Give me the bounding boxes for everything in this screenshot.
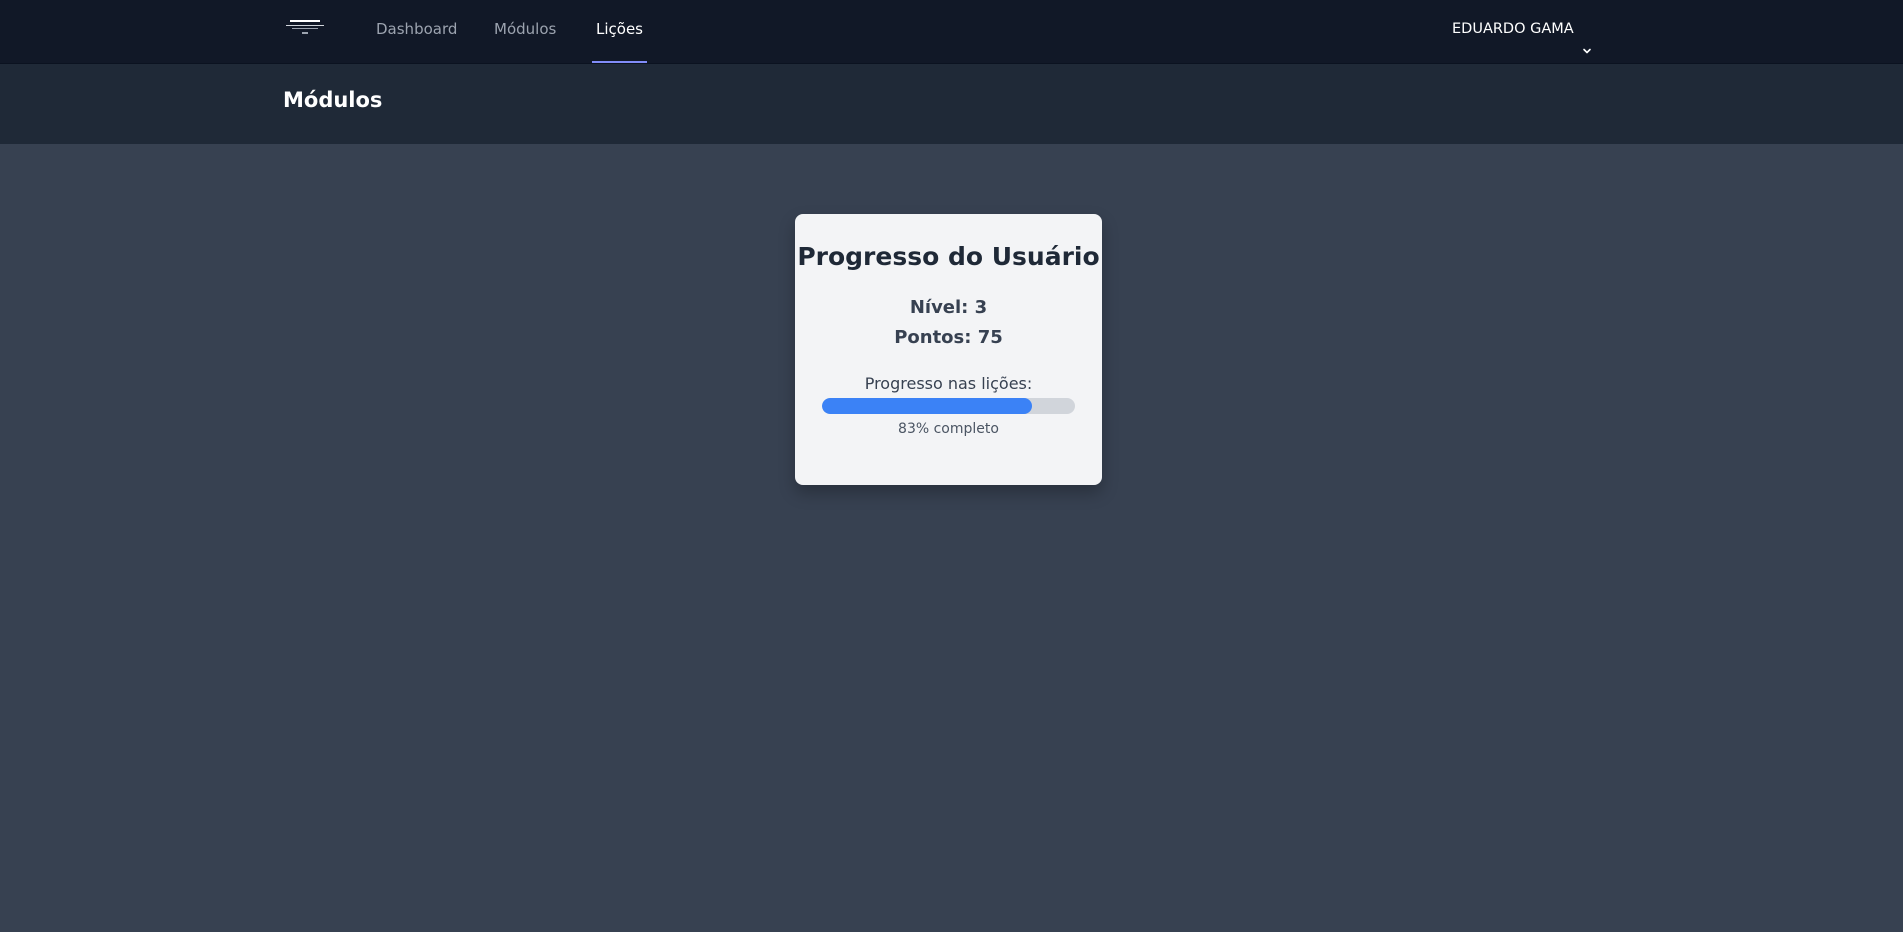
points-value: Pontos: 75 <box>894 327 1003 348</box>
nav-link-modulos[interactable]: Módulos <box>494 0 556 63</box>
progress-percent-text: 83% completo <box>898 421 999 437</box>
nav-link-dashboard[interactable]: Dashboard <box>376 0 457 63</box>
progress-label: Progresso nas lições: <box>864 374 1033 393</box>
page-title: Módulos <box>283 88 383 112</box>
level-value: Nível: 3 <box>909 297 988 318</box>
page-header: Módulos <box>0 64 1903 144</box>
progress-bar <box>822 398 1075 414</box>
logo-icon[interactable] <box>286 18 324 38</box>
user-progress-card: Progresso do Usuário Nível: 3 Pontos: 75… <box>795 214 1102 485</box>
user-menu-dropdown[interactable]: EDUARDO GAMA <box>1452 0 1592 57</box>
nav-link-licoes[interactable]: Lições <box>592 0 647 63</box>
progress-bar-fill <box>822 398 1032 414</box>
chevron-down-icon <box>1582 24 1592 53</box>
user-name: EDUARDO GAMA <box>1452 20 1574 37</box>
top-navigation-bar: Dashboard Módulos Lições EDUARDO GAMA <box>0 0 1903 64</box>
card-title: Progresso do Usuário <box>797 242 1100 271</box>
